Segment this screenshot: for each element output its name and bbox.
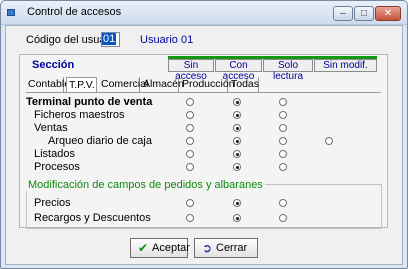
permission-radio[interactable] <box>233 98 241 106</box>
row-label: Listados <box>34 148 75 160</box>
window-title: Control de accesos <box>27 6 122 18</box>
user-code-field[interactable]: 01 <box>101 32 120 47</box>
sin-acceso-button[interactable]: Sin acceso <box>168 59 214 82</box>
permission-radio[interactable] <box>325 137 333 145</box>
user-name-text: Usuario 01 <box>140 34 194 46</box>
tabs-divider <box>26 92 381 93</box>
permission-radio[interactable] <box>186 98 194 106</box>
sin-modif-button[interactable]: Sin modif. <box>314 59 377 72</box>
row-label: Recargos y Descuentos <box>34 212 151 224</box>
maximize-button[interactable]: □ <box>354 6 374 21</box>
section-header: Sección Sin acceso Con acceso Solo lectu… <box>20 55 387 82</box>
accept-button[interactable]: ✔ Aceptar <box>130 238 190 258</box>
close-button[interactable]: ✕ <box>375 6 401 21</box>
permission-radio[interactable] <box>186 137 194 145</box>
row-label: Terminal punto de venta <box>26 96 153 108</box>
row-label: Precios <box>34 197 71 209</box>
control-accesos-window: Control de accesos – □ ✕ Código del usua… <box>0 0 408 269</box>
tab-tpv[interactable]: T.P.V. <box>66 77 97 92</box>
dialog-body: Código del usuario 01 Usuario 01 Sección… <box>5 25 403 265</box>
permission-radio[interactable] <box>279 199 287 207</box>
section-label: Sección <box>32 59 75 71</box>
user-code-value: 01 <box>102 33 117 45</box>
cancel-label: Cerrar <box>216 242 248 254</box>
row-label: Ventas <box>34 122 68 134</box>
permission-radio[interactable] <box>186 214 194 222</box>
permission-radio[interactable] <box>233 137 241 145</box>
tab-contable[interactable]: Contable <box>26 77 70 92</box>
permission-radio[interactable] <box>279 111 287 119</box>
permission-radio[interactable] <box>186 111 194 119</box>
modif-group-title: Modificación de campos de pedidos y alba… <box>26 179 265 191</box>
permission-radio[interactable] <box>233 150 241 158</box>
permission-radio[interactable] <box>186 124 194 132</box>
close-dialog-button[interactable]: ➲ Cerrar <box>194 238 258 258</box>
permission-radio[interactable] <box>186 150 194 158</box>
minimize-button[interactable]: – <box>333 6 353 21</box>
tab-almacen[interactable]: Almacén <box>141 77 184 92</box>
permission-radio[interactable] <box>186 163 194 171</box>
accept-label: Aceptar <box>152 242 190 254</box>
exit-icon: ➲ <box>201 241 213 255</box>
tab-produccion[interactable]: Producción <box>180 77 235 92</box>
check-icon: ✔ <box>137 241 149 255</box>
app-icon <box>7 9 15 16</box>
permission-radio[interactable] <box>233 124 241 132</box>
permission-radio[interactable] <box>233 111 241 119</box>
tab-comercial[interactable]: Comercial <box>99 77 148 92</box>
permission-radio[interactable] <box>279 137 287 145</box>
permission-radio[interactable] <box>279 163 287 171</box>
row-label: Ficheros maestros <box>34 109 125 121</box>
permission-radio[interactable] <box>233 199 241 207</box>
con-acceso-button[interactable]: Con acceso <box>215 59 262 82</box>
permission-radio[interactable] <box>279 98 287 106</box>
permission-radio[interactable] <box>186 199 194 207</box>
permission-radio[interactable] <box>279 150 287 158</box>
permission-radio[interactable] <box>279 214 287 222</box>
permission-radio[interactable] <box>233 214 241 222</box>
solo-lectura-button[interactable]: Solo lectura <box>263 59 313 82</box>
tab-todas[interactable]: Todas <box>229 77 259 92</box>
row-label: Arqueo diario de caja <box>48 135 152 147</box>
permission-radio[interactable] <box>233 163 241 171</box>
row-label: Procesos <box>34 161 80 173</box>
permission-radio[interactable] <box>279 124 287 132</box>
title-bar[interactable]: Control de accesos – □ ✕ <box>1 1 407 25</box>
section-panel: Sección Sin acceso Con acceso Solo lectu… <box>19 54 388 229</box>
